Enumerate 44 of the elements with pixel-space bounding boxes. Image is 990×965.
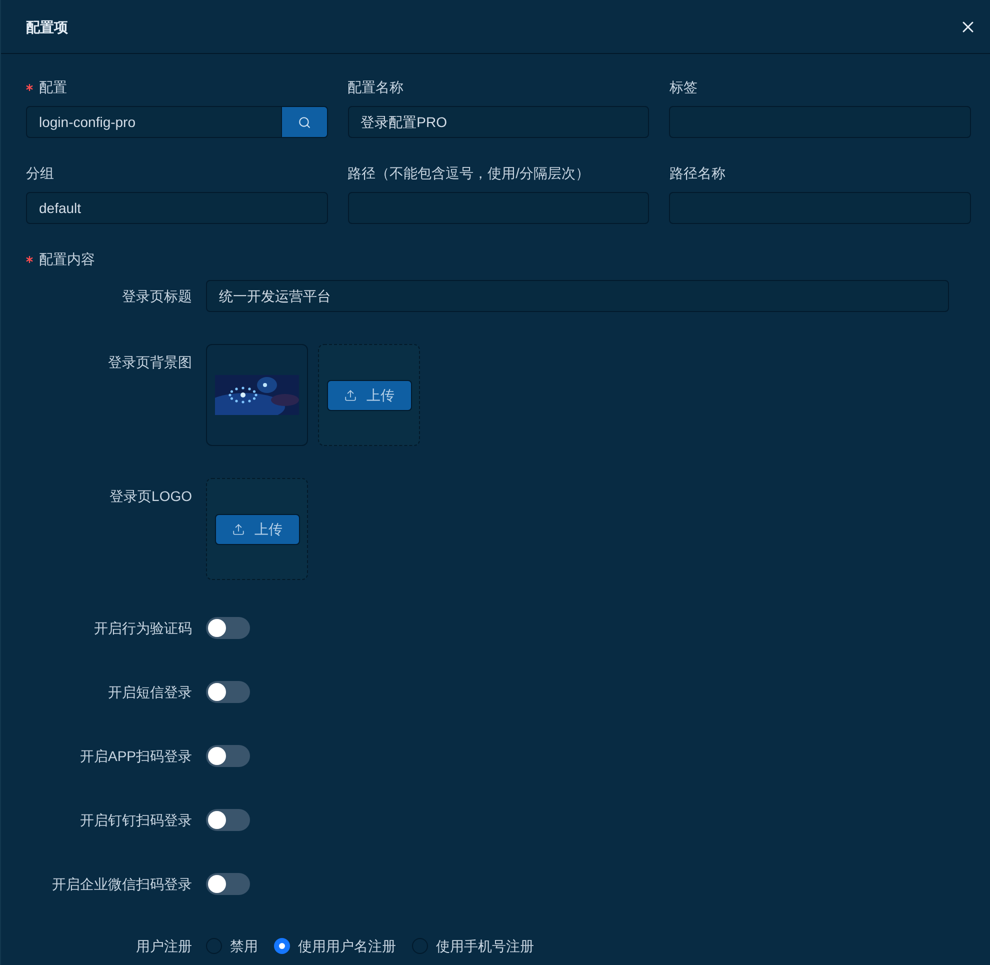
dialog-title: 配置项 [26,18,68,36]
text-field[interactable]: 登录配置PRO [348,106,650,138]
field-label: 登录页标题 [122,288,192,304]
toggle-switch[interactable] [206,809,250,831]
field-label: 标签 [669,78,698,97]
field-label: 登录页LOGO [110,488,192,504]
image-thumbnail[interactable] [206,344,308,446]
field-label: 开启APP扫码登录 [80,748,192,764]
search-icon [298,116,311,128]
search-button[interactable] [282,107,327,137]
field-label: 开启钉钉扫码登录 [80,812,192,828]
upload-area[interactable]: 上传 [206,478,308,580]
toggle-switch[interactable] [206,617,250,639]
text-field[interactable] [669,192,971,224]
search-field[interactable]: login-config-pro [26,106,328,138]
toggle-switch[interactable] [206,745,250,767]
text-field[interactable] [348,192,650,224]
text-field[interactable]: default [26,192,328,224]
text-field[interactable]: 统一开发运营平台 [206,280,949,312]
toggle-switch[interactable] [206,873,250,895]
field-label: 开启行为验证码 [94,620,192,636]
upload-area[interactable]: 上传 [318,344,420,446]
field-label: 路径名称 [669,164,726,183]
upload-icon [232,522,244,536]
upload-button[interactable]: 上传 [326,380,412,410]
radio-button[interactable] [274,938,290,954]
radio-option[interactable]: 禁用 [206,936,258,956]
radio-button[interactable] [206,938,222,954]
toggle-switch[interactable] [206,681,250,703]
upload-button[interactable]: 上传 [214,514,300,544]
field-label: 配置名称 [348,78,404,97]
radio-button[interactable] [412,938,428,954]
field-label: 登录页背景图 [108,354,192,370]
section-label: 配置内容 [39,250,95,269]
field-label: 开启短信登录 [108,684,192,700]
field-label: 分组 [26,164,54,183]
field-label: 开启企业微信扫码登录 [52,876,192,892]
radio-option[interactable]: 使用用户名注册 [274,936,396,956]
field-label: 路径（不能包含逗号，使用/分隔层次） [348,164,590,183]
radio-option[interactable]: 使用手机号注册 [412,936,534,956]
upload-icon [344,388,356,402]
field-label: 用户注册 [136,938,192,954]
field-label: 配置 [39,78,67,97]
text-field[interactable] [669,106,971,138]
